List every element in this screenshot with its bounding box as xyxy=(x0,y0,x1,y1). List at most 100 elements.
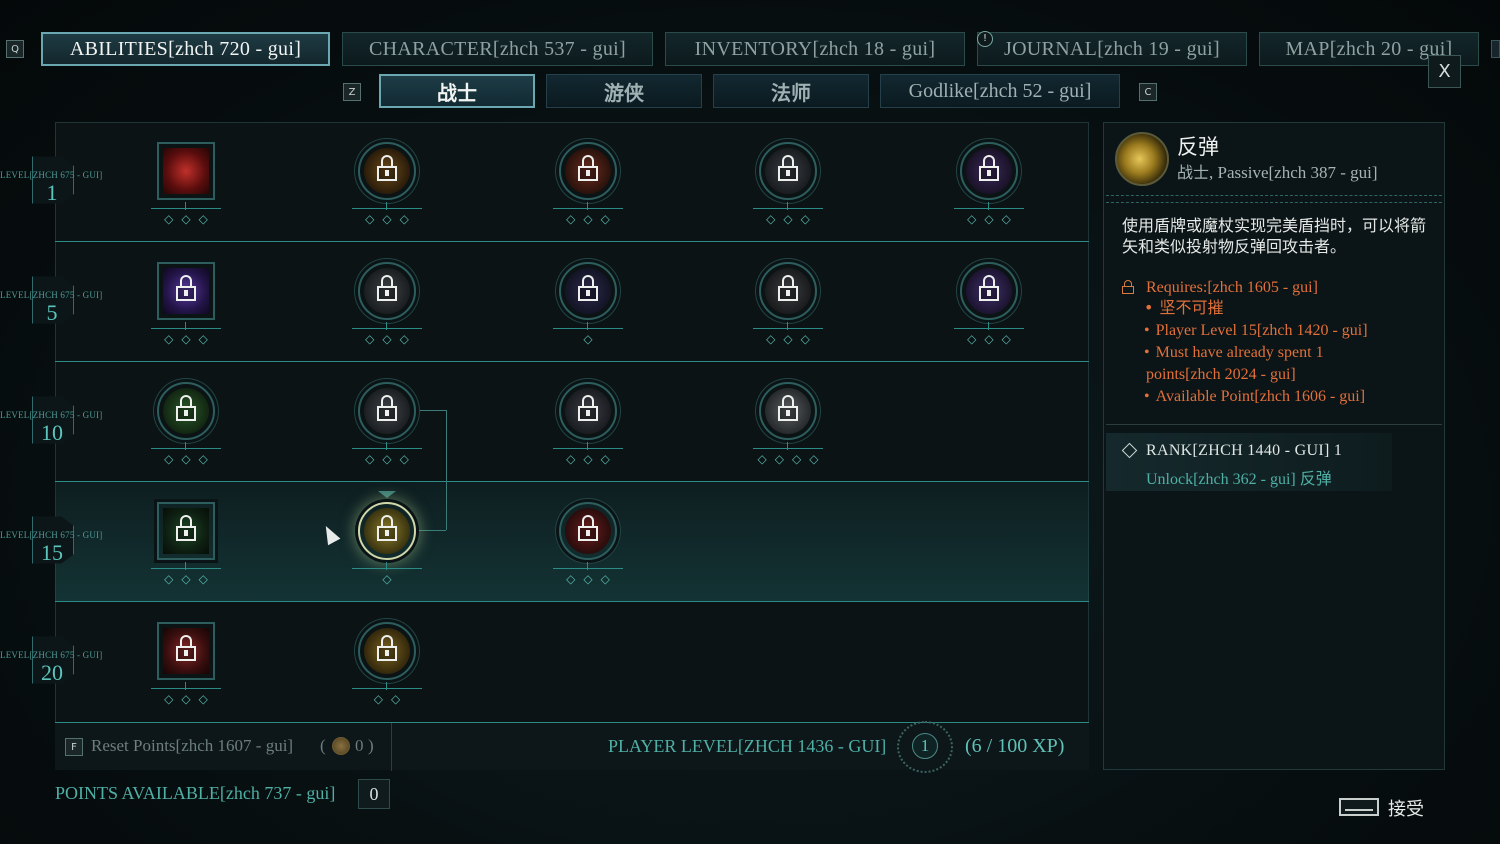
node-underline xyxy=(151,568,221,569)
rank-pips: ◇◇◇ xyxy=(766,212,818,226)
ability-node[interactable]: ◇◇◇ xyxy=(954,262,1024,352)
tab-journal[interactable]: JOURNAL[zhch 19 - gui] xyxy=(977,32,1247,66)
ability-node[interactable]: ◇◇◇ xyxy=(352,142,422,232)
node-underline xyxy=(753,328,823,329)
player-level-label: PLAYER LEVEL[ZHCH 1436 - GUI] xyxy=(608,736,887,756)
node-underline xyxy=(151,208,221,209)
spacebar-key-icon[interactable] xyxy=(1339,798,1379,816)
ability-description: 使用盾牌或魔杖实现完美盾挡时，可以将箭矢和类似投射物反弹回攻击者。 xyxy=(1122,216,1427,256)
requirement-item-continued: points[zhch 2024 - gui] xyxy=(1146,366,1296,383)
ability-node[interactable]: ◇ xyxy=(553,262,623,352)
prev-tab-key[interactable]: Q xyxy=(6,40,24,58)
ability-node[interactable]: ◇◇◇ xyxy=(352,262,422,352)
node-underline xyxy=(553,328,623,329)
ability-node[interactable]: ◇◇◇ xyxy=(553,142,623,232)
level-label: LEVEL[ZHCH 675 - GUI] xyxy=(0,410,103,420)
ability-node[interactable]: ◇◇ xyxy=(352,622,422,712)
points-available-label: POINTS AVAILABLE[zhch 737 - gui] xyxy=(55,783,336,803)
level-number: 1 xyxy=(46,180,58,205)
points-available-value: 0 xyxy=(358,779,390,809)
level-marker: LEVEL[ZHCH 675 - GUI] 15 xyxy=(0,492,110,582)
ability-node[interactable]: ◇◇◇ xyxy=(151,262,221,352)
lock-icon xyxy=(377,395,397,425)
lantern-icon xyxy=(358,142,416,200)
ability-node[interactable]: ◇◇◇ xyxy=(954,142,1024,232)
subtab-fighter[interactable]: 战士 xyxy=(379,74,535,108)
ability-node[interactable]: ◇◇◇ xyxy=(553,382,623,472)
lock-icon xyxy=(176,395,196,425)
level-marker: LEVEL[ZHCH 675 - GUI] 20 xyxy=(0,612,110,702)
lock-icon xyxy=(176,275,196,305)
tab-character[interactable]: CHARACTER[zhch 537 - gui] xyxy=(342,32,653,66)
rank-entry[interactable]: RANK[ZHCH 1440 - GUI] 1 Unlock[zhch 362 … xyxy=(1106,433,1392,491)
rank-pips: ◇◇◇◇ xyxy=(757,452,827,466)
prev-subtab-key[interactable]: Z xyxy=(343,83,361,101)
rank-pips: ◇◇◇ xyxy=(967,332,1019,346)
lock-icon xyxy=(377,275,397,305)
reset-points-cost: 0 xyxy=(355,736,364,755)
reset-paren-open: ( xyxy=(320,736,326,755)
rank-title: RANK[ZHCH 1440 - GUI] 1 xyxy=(1146,442,1343,459)
level-number: 10 xyxy=(41,420,63,445)
ability-title: 反弹 xyxy=(1177,135,1219,159)
divider xyxy=(1106,195,1442,203)
coin-icon xyxy=(332,737,350,755)
green-swirl-icon xyxy=(157,502,215,560)
reset-points-label: Reset Points[zhch 1607 - gui] xyxy=(91,736,294,755)
rune-icon xyxy=(960,142,1018,200)
xp-progress: (6 / 100 XP) xyxy=(965,735,1065,757)
close-button[interactable]: X xyxy=(1428,55,1461,88)
ability-node[interactable]: ◇◇◇ xyxy=(553,502,623,592)
accept-button[interactable]: 接受 xyxy=(1388,795,1424,821)
tab-inventory[interactable]: INVENTORY[zhch 18 - gui] xyxy=(665,32,965,66)
lock-icon xyxy=(377,635,397,665)
lock-icon xyxy=(979,275,999,305)
ability-node[interactable]: ◇◇◇ xyxy=(151,142,221,232)
rank-pips: ◇◇◇ xyxy=(967,212,1019,226)
purple-burst-icon xyxy=(157,262,215,320)
bottom-bar: F Reset Points[zhch 1607 - gui] ( 0 ) PL… xyxy=(55,721,1089,773)
level-label: LEVEL[ZHCH 675 - GUI] xyxy=(0,650,103,660)
ability-node[interactable]: ◇◇◇ xyxy=(151,382,221,472)
ability-node[interactable]: ◇◇◇ xyxy=(352,382,422,472)
reset-points-button[interactable]: F Reset Points[zhch 1607 - gui] ( 0 ) xyxy=(55,723,392,771)
spiked-helm-icon xyxy=(759,262,817,320)
prerequisite-connector xyxy=(418,410,446,411)
subtab-ranger[interactable]: 游侠 xyxy=(546,74,702,108)
helm-icon xyxy=(759,142,817,200)
node-underline xyxy=(553,448,623,449)
red-bull-icon xyxy=(157,142,215,200)
swirl-icon xyxy=(559,382,617,440)
node-underline xyxy=(753,208,823,209)
shield-icon xyxy=(358,382,416,440)
lock-icon xyxy=(377,515,397,545)
next-subtab-key[interactable]: C xyxy=(1139,83,1157,101)
requires-label: Requires:[zhch 1605 - gui] xyxy=(1146,279,1318,296)
tab-abilities[interactable]: ABILITIES[zhch 720 - gui] xyxy=(41,32,330,66)
subtab-godlike[interactable]: Godlike[zhch 52 - gui] xyxy=(880,74,1120,108)
lock-icon xyxy=(578,155,598,185)
spiked-ball-icon xyxy=(759,382,817,440)
ability-node-reflect[interactable]: ◇ xyxy=(352,502,422,592)
rank-pips: ◇◇◇ xyxy=(164,572,216,586)
node-underline xyxy=(954,328,1024,329)
level-number: 5 xyxy=(46,300,58,325)
level-label: LEVEL[ZHCH 675 - GUI] xyxy=(0,170,103,180)
ability-node[interactable]: ◇◇◇ xyxy=(753,262,823,352)
rank-pips: ◇◇◇ xyxy=(164,332,216,346)
ability-node[interactable]: ◇◇◇ xyxy=(753,142,823,232)
ability-class: 战士 xyxy=(1177,163,1210,182)
rank-pips: ◇◇◇ xyxy=(164,212,216,226)
rank-unlock: Unlock[zhch 362 - gui] 反弹 xyxy=(1146,465,1332,489)
requirement-item: • Available Point[zhch 1606 - gui] xyxy=(1144,388,1366,405)
ability-node[interactable]: ◇◇◇ xyxy=(151,502,221,592)
next-tab-key[interactable] xyxy=(1491,40,1500,58)
ability-node[interactable]: ◇◇◇ xyxy=(151,622,221,712)
prerequisite-arrow-icon xyxy=(378,491,396,498)
node-underline xyxy=(151,688,221,689)
ability-node[interactable]: ◇◇◇◇ xyxy=(753,382,823,472)
subtab-wizard[interactable]: 法师 xyxy=(713,74,869,108)
requirement-item: • Must have already spent 1 xyxy=(1144,344,1324,361)
rank-pips: ◇◇◇ xyxy=(566,452,618,466)
requirement-item: • Player Level 15[zhch 1420 - gui] xyxy=(1144,322,1368,339)
